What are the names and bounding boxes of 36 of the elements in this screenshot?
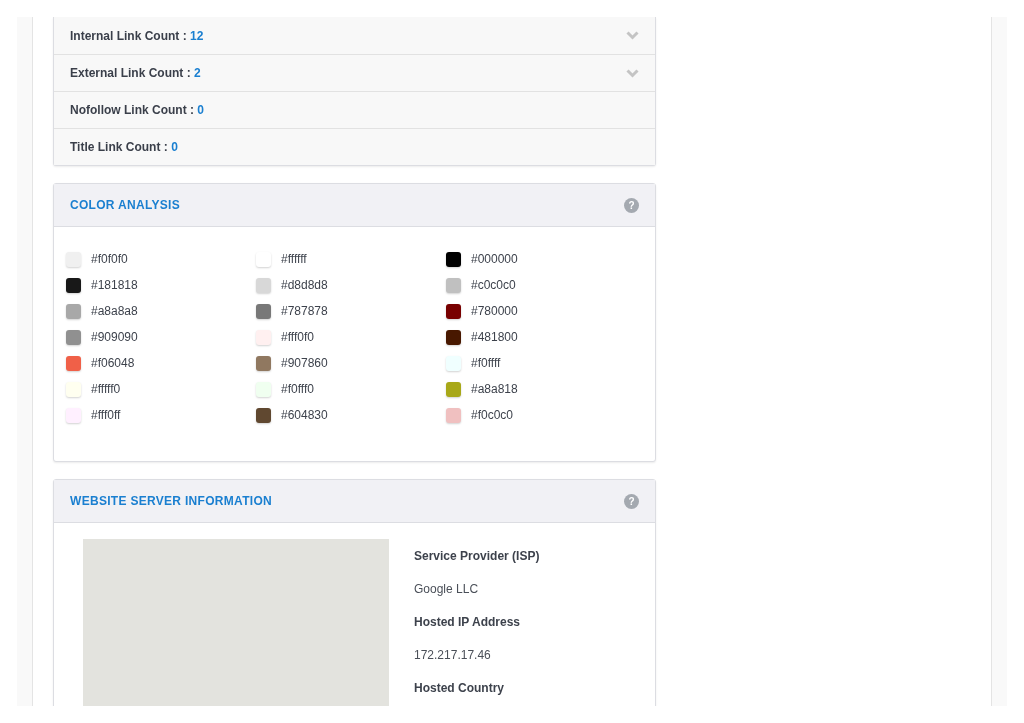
info-value: Google LLC bbox=[414, 582, 480, 596]
chevron-down-icon[interactable] bbox=[626, 31, 639, 40]
color-code: #f06048 bbox=[91, 356, 135, 370]
color-code: #780000 bbox=[471, 304, 518, 318]
link-count-label: External Link Count : 2 bbox=[70, 66, 201, 80]
link-count-label: Nofollow Link Count : 0 bbox=[70, 103, 204, 117]
help-icon[interactable]: ? bbox=[624, 493, 639, 509]
info-label: Hosted Country bbox=[414, 681, 505, 695]
color-code: #a8a8a8 bbox=[91, 304, 138, 318]
color-code: #907860 bbox=[281, 356, 328, 370]
color-code: #f0ffff bbox=[471, 356, 501, 370]
color-code: #f0fff0 bbox=[281, 382, 314, 396]
color-code: #fffff0 bbox=[91, 382, 121, 396]
color-code: #787878 bbox=[281, 304, 328, 318]
color-code: #fff0f0 bbox=[281, 330, 314, 344]
chevron-down-icon[interactable] bbox=[626, 68, 639, 78]
color-code: #f0f0f0 bbox=[91, 252, 128, 266]
color-code: #ffffff bbox=[281, 252, 307, 266]
color-code: #481800 bbox=[471, 330, 518, 344]
help-icon[interactable]: ? bbox=[624, 197, 639, 213]
info-label: Hosted IP Address bbox=[414, 615, 522, 629]
info-label: Service Provider (ISP) bbox=[414, 549, 540, 563]
link-count-label: Internal Link Count : 12 bbox=[70, 28, 204, 43]
color-code: #d8d8d8 bbox=[281, 278, 328, 292]
color-code: #f0c0c0 bbox=[471, 408, 514, 422]
color-code: #909090 bbox=[91, 330, 138, 344]
panel-title: WEBSITE SERVER INFORMATION bbox=[70, 494, 273, 508]
color-code: #181818 bbox=[91, 278, 138, 292]
color-code: #000000 bbox=[471, 252, 518, 266]
color-code: #c0c0c0 bbox=[471, 278, 516, 292]
panel-title: COLOR ANALYSIS bbox=[70, 198, 180, 212]
color-code: #604830 bbox=[281, 408, 328, 422]
link-count-label: Title Link Count : 0 bbox=[70, 140, 178, 154]
color-code: #a8a818 bbox=[471, 382, 518, 396]
info-value: 172.217.17.46 bbox=[414, 648, 492, 662]
color-code: #fff0ff bbox=[91, 408, 121, 422]
